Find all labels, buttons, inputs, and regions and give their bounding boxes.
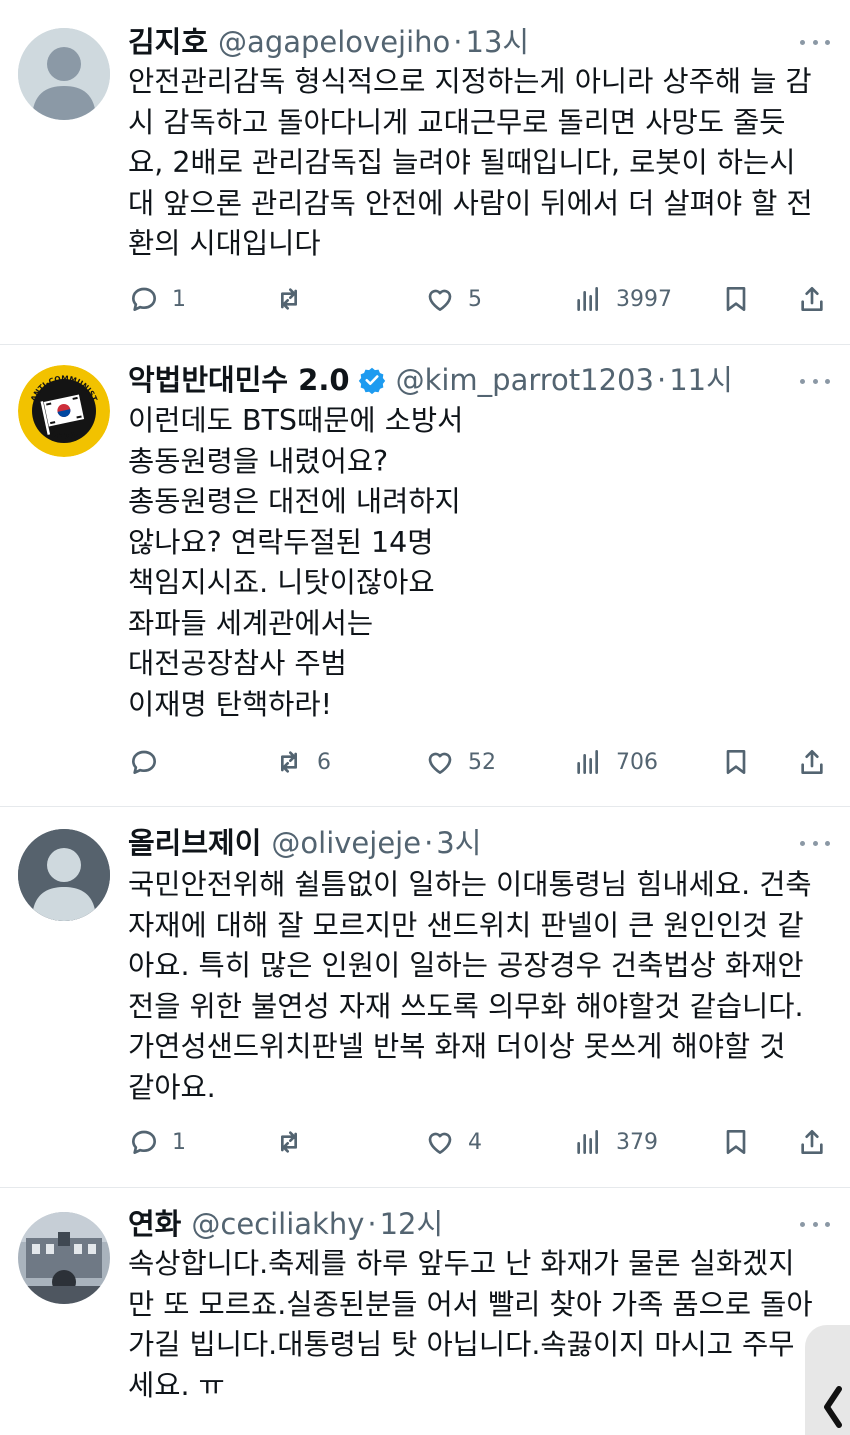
reply-icon [132,750,156,774]
like-button[interactable]: 5 [424,279,482,319]
bookmark-button[interactable] [720,742,752,782]
tweet-card[interactable]: 연화 @ceciliakhy · 12시 속상합니다.축제를 하루 앞두고 난 … [0,1188,850,1430]
display-name[interactable]: 올리브제이 [128,823,261,863]
like-count: 52 [468,749,496,775]
heart-icon [428,752,452,774]
view-count: 379 [616,1129,658,1155]
retweet-icon [281,288,297,310]
tweet-header: 올리브제이 @olivejeje · 3시 [128,823,481,863]
timestamp[interactable]: 3시 [436,823,481,863]
like-count: 5 [468,286,482,312]
separator-dot: · [424,826,434,860]
tweet-text: 안전관리감독 형식적으로 지정하는게 아니라 상주해 늘 감 시 감독하고 돌아… [128,65,813,260]
like-button[interactable]: 52 [424,742,496,782]
anti-communist-action-avatar[interactable]: ANTI-COMMUNIST ACTION [18,365,110,457]
tweet-card[interactable]: ANTI-COMMUNIST ACTION 악법반대민수 2.0 @kim_pa… [0,345,850,807]
person-silhouette-icon [18,829,110,921]
display-name[interactable]: 연화 [128,1204,181,1244]
action-bar: 1 4 379 [128,1122,828,1162]
retweet-count: 6 [317,749,331,775]
tweet-card[interactable]: 올리브제이 @olivejeje · 3시 국민안전위해 쉴틈없이 일하는 이대… [0,807,850,1188]
share-button[interactable] [796,1122,828,1162]
share-icon [801,750,823,774]
like-button[interactable]: 4 [424,1122,482,1162]
action-bar: 1 5 3997 [128,279,828,319]
tweet-header: 김지호 @agapelovejiho · 13시 [128,22,529,62]
user-avatar-photo[interactable] [18,1212,110,1304]
tweet-card[interactable]: 김지호 @agapelovejiho · 13시 안전관리감독 형식적으로 지정… [0,0,850,345]
reply-icon [132,287,156,311]
display-name[interactable]: 악법반대민수 2.0 [128,360,350,400]
timestamp[interactable]: 12시 [380,1204,444,1244]
user-handle[interactable]: @olivejeje [271,823,421,863]
more-options-icon[interactable] [800,1214,830,1234]
tweet-header: 악법반대민수 2.0 @kim_parrot1203 · 11시 [128,360,733,400]
share-icon [801,1130,823,1154]
more-options-icon[interactable] [800,32,830,52]
reply-count: 1 [172,286,186,312]
tweet-text: 이런데도 BTS때문에 소방서 총동원령을 내렸어요? 총동원령은 대전에 내려… [128,404,464,721]
bar-chart-icon [577,750,598,774]
reply-button[interactable]: 1 [128,279,186,319]
more-options-icon[interactable] [800,371,830,391]
bookmark-button[interactable] [720,1122,752,1162]
views-button[interactable]: 3997 [572,279,672,319]
retweet-button[interactable] [273,279,317,319]
retweet-icon [281,751,297,773]
share-icon [801,287,823,311]
chevron-left-icon [824,1386,842,1428]
tweet-header: 연화 @ceciliakhy · 12시 [128,1204,443,1244]
heart-icon [428,289,452,311]
tweet-text: 속상합니다.축제를 하루 앞두고 난 화재가 물론 실화겠지 만 또 모르죠.실… [128,1247,813,1402]
view-count: 3997 [616,286,672,312]
person-silhouette-icon [18,28,110,120]
separator-dot: · [656,363,667,397]
like-count: 4 [468,1129,482,1155]
reply-count: 1 [172,1129,186,1155]
bookmark-icon [726,750,746,774]
bookmark-icon [726,1130,746,1154]
building-photo-icon [18,1212,110,1304]
bookmark-icon [726,287,746,311]
separator-dot: · [453,25,463,59]
action-bar: 6 52 706 [128,742,828,782]
reply-button[interactable] [128,742,172,782]
bar-chart-icon [577,1130,598,1154]
display-name[interactable]: 김지호 [128,22,208,62]
verified-badge-icon[interactable] [358,366,386,394]
more-options-icon[interactable] [800,833,830,853]
user-handle[interactable]: @agapelovejiho [218,22,450,62]
retweet-button[interactable]: 6 [273,742,331,782]
flag-emblem-icon: ANTI-COMMUNIST ACTION [18,365,110,457]
timestamp[interactable]: 13시 [466,22,530,62]
timestamp[interactable]: 11시 [669,360,733,400]
bookmark-button[interactable] [720,279,752,319]
share-button[interactable] [796,742,828,782]
default-avatar[interactable] [18,829,110,921]
separator-dot: · [367,1207,377,1241]
views-button[interactable]: 379 [572,1122,658,1162]
heart-icon [428,1132,452,1154]
retweet-icon [281,1131,297,1153]
tweet-text: 국민안전위해 쉴틈없이 일하는 이대통령님 힘내세요. 건축 자재에 대해 잘 … [128,868,812,1104]
default-avatar[interactable] [18,28,110,120]
scroll-handle[interactable] [805,1325,850,1435]
user-handle[interactable]: @kim_parrot1203 [396,360,654,400]
share-button[interactable] [796,279,828,319]
view-count: 706 [616,749,658,775]
reply-icon [132,1130,156,1154]
retweet-button[interactable] [273,1122,317,1162]
views-button[interactable]: 706 [572,742,658,782]
user-handle[interactable]: @ceciliakhy [191,1204,364,1244]
reply-button[interactable]: 1 [128,1122,186,1162]
bar-chart-icon [577,287,598,311]
